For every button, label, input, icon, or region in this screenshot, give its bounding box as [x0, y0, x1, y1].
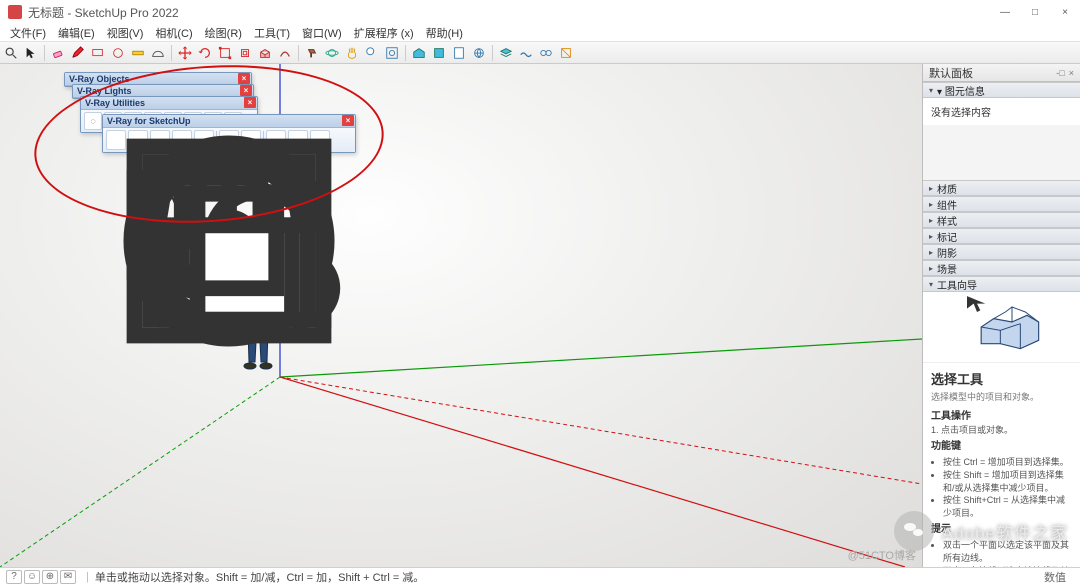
geo-icon[interactable]: ⊕ [42, 570, 58, 584]
protractor-icon[interactable] [149, 44, 167, 62]
tray-header-label: 默认面板 [929, 65, 973, 81]
scenes-title[interactable]: 场景 [923, 260, 1080, 276]
collapse-icon[interactable]: × [1069, 68, 1074, 78]
zoom-extents-icon[interactable] [383, 44, 401, 62]
shadows-title[interactable]: 阴影 [923, 244, 1080, 260]
mod-line: 按住 Shift = 增加项目到选择集和/或从选择集中减少项目。 [943, 469, 1072, 494]
entity-info-body: 没有选择内容 [923, 98, 1080, 125]
vray-main-toolbar[interactable]: V-Ray for SketchUp× [102, 114, 356, 153]
warehouse-icon[interactable] [410, 44, 428, 62]
toolbar-body [103, 128, 355, 152]
menu-camera[interactable]: 相机(C) [149, 25, 198, 41]
status-divider: | [86, 571, 89, 583]
instructor-title[interactable]: 工具向导 [923, 276, 1080, 292]
menu-tools[interactable]: 工具(T) [248, 25, 296, 41]
tags-title[interactable]: 标记 [923, 228, 1080, 244]
menubar: 文件(F) 编辑(E) 视图(V) 相机(C) 绘图(R) 工具(T) 窗口(W… [0, 24, 1080, 42]
close-icon[interactable]: × [238, 73, 250, 84]
statusbar: ? ☺ ⊕ ✉ | 单击或拖动以选择对象。Shift = 加/减，Ctrl = … [0, 567, 1080, 585]
instructor-illustration [923, 292, 1080, 363]
menu-file[interactable]: 文件(F) [4, 25, 52, 41]
separator [44, 45, 45, 61]
window-title: 无标题 - SketchUp Pro 2022 [28, 4, 179, 21]
zoom-icon[interactable] [363, 44, 381, 62]
tray-header[interactable]: 默认面板 -□ × [923, 64, 1080, 82]
separator [492, 45, 493, 61]
separator [298, 45, 299, 61]
pan-icon[interactable] [343, 44, 361, 62]
menu-extensions[interactable]: 扩展程序 (x) [348, 25, 420, 41]
watermark-label: Adobe软件之家 [942, 519, 1068, 544]
vray-util-btn[interactable]: ◌ [84, 112, 102, 130]
viewport[interactable]: V-Ray Objects× V-Ray Lights× V-Ray Utili… [0, 64, 922, 567]
pencil-icon[interactable] [69, 44, 87, 62]
section-icon[interactable] [557, 44, 575, 62]
menu-window[interactable]: 窗口(W) [296, 25, 348, 41]
circle-icon[interactable] [109, 44, 127, 62]
entity-info-section: ▾ 图元信息 没有选择内容 [923, 82, 1080, 125]
menu-help[interactable]: 帮助(H) [420, 25, 469, 41]
pin-icon[interactable]: -□ [1056, 68, 1064, 78]
wechat-icon [894, 511, 934, 551]
mod-line: 按住 Ctrl = 增加项目到选择集。 [943, 456, 1072, 469]
titlebar: 无标题 - SketchUp Pro 2022 — □ × [0, 0, 1080, 24]
followme-icon[interactable] [276, 44, 294, 62]
vcb-label: 数值 [1044, 569, 1074, 585]
rectangle-icon[interactable] [89, 44, 107, 62]
components-title[interactable]: 组件 [923, 196, 1080, 212]
separator [171, 45, 172, 61]
separator [405, 45, 406, 61]
orbit-icon[interactable] [323, 44, 341, 62]
window-controls: — □ × [990, 0, 1080, 24]
close-icon[interactable]: × [244, 97, 256, 108]
entity-info-title[interactable]: ▾ 图元信息 [923, 82, 1080, 98]
menu-edit[interactable]: 编辑(E) [52, 25, 101, 41]
watermark-logo: Adobe软件之家 [894, 511, 1068, 551]
menu-draw[interactable]: 绘图(R) [199, 25, 248, 41]
instructor-subtitle: 选择模型中的项目和对象。 [931, 391, 1072, 404]
close-icon[interactable]: × [240, 85, 252, 96]
ops-line: 1. 点击项目或对象。 [931, 424, 1072, 437]
tape-icon[interactable] [129, 44, 147, 62]
layout-icon[interactable] [450, 44, 468, 62]
paint-icon[interactable] [303, 44, 321, 62]
materials-title[interactable]: 材质 [923, 180, 1080, 196]
pushpull-icon[interactable] [256, 44, 274, 62]
eraser-icon[interactable] [49, 44, 67, 62]
scale-icon[interactable] [216, 44, 234, 62]
status-hint: 单击或拖动以选择对象。Shift = 加/减，Ctrl = 加，Shift + … [95, 569, 424, 585]
geo-icon[interactable] [470, 44, 488, 62]
main-toolbar [0, 42, 1080, 64]
rotate-icon[interactable] [196, 44, 214, 62]
minimize-button[interactable]: — [990, 0, 1020, 24]
ops-label: 工具操作 [931, 410, 1072, 424]
soften-icon[interactable] [537, 44, 555, 62]
help-icon[interactable]: ? [6, 570, 22, 584]
maximize-button[interactable]: □ [1020, 0, 1050, 24]
layers-icon[interactable] [497, 44, 515, 62]
tray-panel: 默认面板 -□ × ▾ 图元信息 没有选择内容 材质 组件 样式 标记 阴影 场景… [922, 64, 1080, 567]
extension-icon[interactable] [430, 44, 448, 62]
menu-view[interactable]: 视图(V) [101, 25, 150, 41]
mod-label: 功能键 [931, 440, 1072, 454]
toolbar-title[interactable]: V-Ray Utilities× [81, 97, 257, 110]
credits-icon[interactable]: ✉ [60, 570, 76, 584]
status-icons: ? ☺ ⊕ ✉ [6, 570, 76, 584]
move-icon[interactable] [176, 44, 194, 62]
select-icon[interactable] [22, 44, 40, 62]
sandbox-icon[interactable] [517, 44, 535, 62]
offset-icon[interactable] [236, 44, 254, 62]
styles-title[interactable]: 样式 [923, 212, 1080, 228]
vray-lock-btn[interactable] [310, 130, 330, 150]
search-icon[interactable] [2, 44, 20, 62]
close-button[interactable]: × [1050, 0, 1080, 24]
app-icon [8, 5, 22, 19]
content-area: V-Ray Objects× V-Ray Lights× V-Ray Utili… [0, 64, 1080, 567]
instructor-tool-title: 选择工具 [931, 371, 1072, 389]
user-icon[interactable]: ☺ [24, 570, 40, 584]
